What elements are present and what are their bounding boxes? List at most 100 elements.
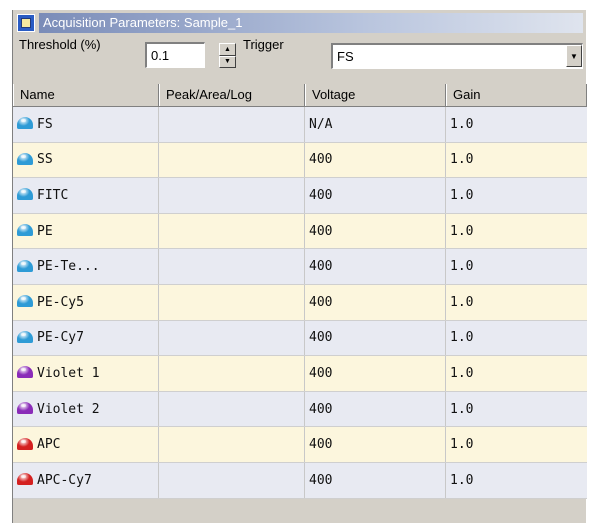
table-row[interactable]: APC 400 1.0	[13, 427, 587, 463]
cell-gain[interactable]: 1.0	[446, 107, 587, 142]
cell-peak-area-log[interactable]	[159, 356, 305, 391]
cell-peak-area-log[interactable]	[159, 142, 305, 178]
parameter-status-icon	[17, 473, 33, 486]
cell-name[interactable]: FITC	[13, 178, 159, 213]
window-icon[interactable]	[17, 13, 35, 32]
parameter-status-icon	[17, 117, 33, 130]
column-header-gain[interactable]: Gain	[446, 84, 587, 106]
cell-voltage[interactable]: 400	[305, 427, 446, 462]
column-header-peak-area-log[interactable]: Peak/Area/Log	[159, 84, 305, 106]
cell-name[interactable]: PE	[13, 213, 159, 249]
cell-voltage[interactable]: 400	[305, 249, 446, 284]
table-row[interactable]: PE 400 1.0	[13, 213, 587, 250]
cell-peak-area-log[interactable]	[159, 462, 305, 498]
parameter-name: PE-Te...	[37, 259, 100, 275]
cell-gain[interactable]: 1.0	[446, 392, 587, 427]
cell-peak-area-log[interactable]	[159, 427, 305, 462]
cell-voltage[interactable]: 400	[305, 391, 446, 427]
parameter-name: FS	[37, 116, 53, 132]
cell-name[interactable]: Violet 1	[13, 356, 159, 391]
parameter-status-icon	[17, 152, 33, 165]
parameter-status-icon	[17, 295, 33, 308]
cell-gain[interactable]: 1.0	[446, 427, 587, 462]
table-row[interactable]: APC-Cy7 400 1.0	[13, 462, 587, 499]
parameters-table: Name Peak/Area/Log Voltage Gain FS N/A 1.0…	[13, 84, 587, 499]
cell-name[interactable]: FS	[13, 107, 159, 142]
acquisition-parameters-window: Acquisition Parameters: Sample_1 Thresho…	[12, 10, 587, 523]
cell-voltage[interactable]: 400	[305, 142, 446, 178]
cell-voltage[interactable]: 400	[305, 213, 446, 249]
table-row[interactable]: FITC 400 1.0	[13, 178, 587, 214]
cell-name[interactable]: PE-Cy7	[13, 320, 159, 356]
threshold-value: 0.1	[151, 48, 170, 63]
table-body: FS N/A 1.0 SS 400 1.0 FITC 400 1.0 PE 400 1.0 PE-Te.…	[13, 107, 587, 499]
table-row[interactable]: PE-Cy5 400 1.0	[13, 284, 587, 321]
dropdown-button[interactable]: ▼	[566, 45, 582, 67]
cell-peak-area-log[interactable]	[159, 391, 305, 427]
cell-name[interactable]: PE-Te...	[13, 249, 159, 284]
table-row[interactable]: SS 400 1.0	[13, 142, 587, 179]
stepper-up-button[interactable]: ▲	[219, 43, 236, 56]
parameter-name: PE-Cy5	[37, 294, 84, 310]
table-header: Name Peak/Area/Log Voltage Gain	[13, 84, 587, 107]
cell-gain[interactable]: 1.0	[446, 356, 587, 391]
cell-voltage[interactable]: 400	[305, 284, 446, 320]
parameter-name: APC-Cy7	[37, 472, 92, 488]
cell-peak-area-log[interactable]	[159, 178, 305, 213]
parameter-name: FITC	[37, 187, 69, 203]
parameter-status-icon	[17, 259, 33, 272]
cell-name[interactable]: APC	[13, 427, 159, 462]
table-row[interactable]: Violet 1 400 1.0	[13, 356, 587, 392]
cell-name[interactable]: PE-Cy5	[13, 284, 159, 320]
parameter-status-icon	[17, 330, 33, 343]
parameter-status-icon	[17, 188, 33, 201]
threshold-stepper[interactable]: ▲ ▼	[219, 43, 236, 68]
title-area: Acquisition Parameters: Sample_1	[39, 12, 583, 33]
cell-peak-area-log[interactable]	[159, 107, 305, 142]
cell-gain[interactable]: 1.0	[446, 143, 587, 178]
parameter-status-icon	[17, 224, 33, 237]
cell-voltage[interactable]: 400	[305, 320, 446, 356]
parameter-status-icon	[17, 402, 33, 415]
controls-bar: Threshold (%) 0.1 ▲ ▼ Trigger FS ▼	[13, 34, 587, 74]
table-row[interactable]: PE-Cy7 400 1.0	[13, 320, 587, 357]
column-header-voltage[interactable]: Voltage	[305, 84, 446, 106]
cell-name[interactable]: APC-Cy7	[13, 462, 159, 498]
table-row[interactable]: PE-Te... 400 1.0	[13, 249, 587, 285]
window-title: Acquisition Parameters: Sample_1	[43, 15, 243, 30]
table-row[interactable]: FS N/A 1.0	[13, 107, 587, 143]
cell-gain[interactable]: 1.0	[446, 321, 587, 356]
parameter-name: Violet 1	[37, 365, 100, 381]
cell-peak-area-log[interactable]	[159, 284, 305, 320]
trigger-select[interactable]: FS ▼	[331, 43, 583, 69]
arrow-up-icon: ▲	[224, 45, 231, 53]
cell-voltage[interactable]: 400	[305, 462, 446, 498]
table-row[interactable]: Violet 2 400 1.0	[13, 391, 587, 428]
parameter-status-icon	[17, 366, 33, 379]
cell-gain[interactable]: 1.0	[446, 214, 587, 249]
parameter-name: SS	[37, 152, 53, 168]
column-header-name[interactable]: Name	[13, 84, 159, 106]
title-bar[interactable]: Acquisition Parameters: Sample_1	[15, 12, 583, 33]
threshold-label: Threshold (%)	[19, 37, 101, 52]
parameter-name: PE	[37, 223, 53, 239]
stepper-down-button[interactable]: ▼	[219, 55, 236, 68]
cell-gain[interactable]: 1.0	[446, 285, 587, 320]
threshold-input[interactable]: 0.1	[145, 42, 205, 68]
chevron-down-icon: ▼	[570, 51, 578, 61]
cell-peak-area-log[interactable]	[159, 213, 305, 249]
parameter-name: APC	[37, 437, 61, 453]
cell-voltage[interactable]: N/A	[305, 107, 446, 142]
cell-name[interactable]: Violet 2	[13, 391, 159, 427]
cell-name[interactable]: SS	[13, 142, 159, 178]
cell-gain[interactable]: 1.0	[446, 249, 587, 284]
trigger-label: Trigger	[243, 37, 284, 52]
parameter-name: PE-Cy7	[37, 330, 84, 346]
cell-gain[interactable]: 1.0	[446, 463, 587, 498]
cell-gain[interactable]: 1.0	[446, 178, 587, 213]
arrow-down-icon: ▼	[224, 58, 231, 66]
cell-voltage[interactable]: 400	[305, 356, 446, 391]
cell-peak-area-log[interactable]	[159, 249, 305, 284]
cell-voltage[interactable]: 400	[305, 178, 446, 213]
cell-peak-area-log[interactable]	[159, 320, 305, 356]
